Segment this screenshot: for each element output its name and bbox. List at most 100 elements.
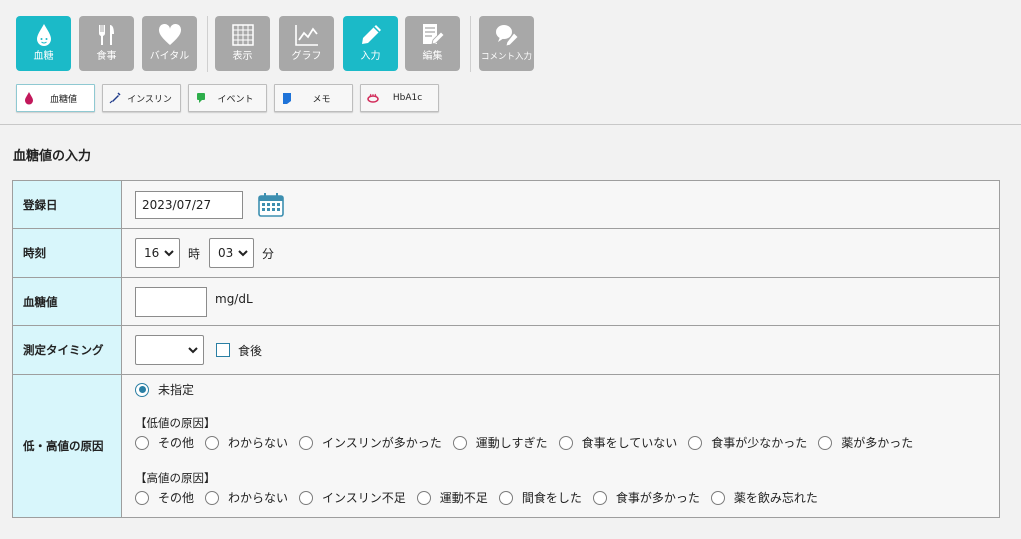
toolbar-divider	[207, 16, 208, 72]
low-cause-option[interactable]: 食事が少なかった	[688, 434, 807, 451]
section-divider	[0, 124, 1021, 125]
meal-button-label: 食事	[96, 51, 117, 62]
radio-button[interactable]	[299, 490, 314, 505]
glucose-entry-form: 登録日 2023/07/27 時刻 16 時 03 分 血糖値 mg/dL 測定タイミ…	[12, 180, 1000, 518]
option-label: インスリンが多かった	[322, 436, 442, 450]
drop-icon	[36, 24, 51, 46]
utensils-icon	[98, 25, 114, 45]
date-cell: 2023/07/27	[121, 180, 1000, 229]
tab-hba1c-label: HbA1c	[392, 93, 423, 103]
hba1c-icon	[367, 93, 379, 103]
comment-input-button[interactable]: コメント入力	[479, 16, 534, 71]
glucose-cell: mg/dL	[121, 277, 1000, 326]
radio-button[interactable]	[818, 435, 833, 450]
input-button[interactable]: 入力	[343, 16, 398, 71]
toolbar-divider	[470, 16, 471, 72]
glucose-value-input[interactable]	[135, 286, 207, 317]
high-cause-option[interactable]: その他	[135, 489, 194, 506]
radio-button[interactable]	[205, 435, 220, 450]
radio-button[interactable]	[135, 490, 149, 505]
comment-icon	[495, 25, 519, 47]
radio-button[interactable]	[299, 435, 314, 450]
option-label: 食事をしていない	[581, 436, 678, 450]
display-button-label: 表示	[232, 51, 253, 62]
form-row-cause: 低・高値の原因 未指定 【低値の原因】 その他 わからない インスリンが多かった…	[12, 374, 1000, 518]
minute-value: 03	[218, 246, 234, 260]
unspecified-option[interactable]: 未指定	[135, 381, 999, 398]
radio-button[interactable]	[710, 490, 725, 505]
vital-button-label: バイタル	[149, 51, 190, 62]
glucose-unit: mg/dL	[215, 291, 253, 306]
radio-button[interactable]	[498, 490, 513, 505]
cause-label: 低・高値の原因	[12, 374, 122, 518]
tab-event[interactable]: イベント	[188, 84, 267, 112]
option-label: その他	[158, 436, 195, 450]
high-cause-options: その他 わからない インスリン不足 運動不足 間食をした 食事が多かった 薬を飲…	[135, 489, 999, 506]
tab-insulin[interactable]: インスリン	[102, 84, 181, 112]
high-cause-option[interactable]: わからない	[205, 489, 288, 506]
option-label: 薬を飲み忘れた	[733, 491, 818, 505]
glucose-button-label: 血糖	[33, 51, 54, 62]
radio-button[interactable]	[205, 490, 220, 505]
unspecified-label: 未指定	[158, 383, 195, 397]
low-cause-option[interactable]: 薬が多かった	[818, 434, 913, 451]
low-cause-option[interactable]: インスリンが多かった	[299, 434, 442, 451]
option-label: わからない	[228, 491, 289, 505]
graph-button-label: グラフ	[291, 51, 322, 62]
hour-unit: 時	[188, 246, 201, 261]
high-cause-option[interactable]: 運動不足	[416, 489, 488, 506]
form-row-time: 時刻 16 時 03 分	[12, 228, 1000, 278]
after-meal-checkbox[interactable]	[216, 343, 230, 357]
radio-button[interactable]	[416, 490, 431, 505]
tab-insulin-label: インスリン	[127, 94, 172, 105]
minute-select[interactable]: 03	[209, 238, 255, 268]
radio-button[interactable]	[558, 435, 573, 450]
comment-input-button-label: コメント入力	[480, 52, 532, 62]
radio-button[interactable]	[452, 435, 467, 450]
vital-button[interactable]: バイタル	[142, 16, 197, 71]
page-title: 血糖値の入力	[13, 149, 92, 164]
form-row-timing: 測定タイミング 食後	[12, 325, 1000, 375]
heart-icon	[158, 24, 181, 45]
high-cause-option[interactable]: 薬を飲み忘れた	[710, 489, 818, 506]
graph-button[interactable]: グラフ	[279, 16, 334, 71]
edit-button[interactable]: 編集	[405, 16, 460, 71]
form-row-date: 登録日 2023/07/27	[12, 180, 1000, 229]
low-cause-option[interactable]: わからない	[205, 434, 288, 451]
radio-button[interactable]	[688, 435, 703, 450]
date-field[interactable]: 2023/07/27	[135, 190, 243, 219]
low-cause-option[interactable]: 食事をしていない	[558, 434, 678, 451]
edit-button-label: 編集	[422, 51, 443, 62]
time-label: 時刻	[12, 228, 122, 278]
high-cause-option[interactable]: インスリン不足	[299, 489, 406, 506]
option-label: 薬が多かった	[841, 436, 914, 450]
high-cause-option[interactable]: 間食をした	[498, 489, 582, 506]
blood-drop-icon	[25, 91, 33, 104]
calendar-icon[interactable]	[257, 192, 285, 218]
option-label: 運動不足	[439, 491, 488, 505]
display-button[interactable]: 表示	[215, 16, 270, 71]
radio-button[interactable]	[135, 382, 149, 397]
timing-select[interactable]	[135, 335, 204, 365]
radio-button[interactable]	[135, 435, 149, 450]
tab-hba1c[interactable]: HbA1c	[360, 84, 439, 112]
low-cause-option[interactable]: 運動しすぎた	[452, 434, 548, 451]
hour-select[interactable]: 16	[135, 238, 180, 268]
low-cause-option[interactable]: その他	[135, 434, 194, 451]
syringe-icon	[109, 92, 121, 104]
option-label: その他	[158, 491, 195, 505]
radio-button[interactable]	[592, 490, 607, 505]
low-cause-options: その他 わからない インスリンが多かった 運動しすぎた 食事をしていない 食事が…	[135, 434, 999, 451]
meal-button[interactable]: 食事	[79, 16, 134, 71]
glucose-button[interactable]: 血糖	[16, 16, 71, 71]
date-label: 登録日	[12, 180, 122, 229]
high-cause-option[interactable]: 食事が多かった	[592, 489, 700, 506]
tab-glucose[interactable]: 血糖値	[16, 84, 95, 112]
glucose-label: 血糖値	[12, 277, 122, 326]
high-cause-title: 【高値の原因】	[135, 471, 216, 485]
form-row-glucose: 血糖値 mg/dL	[12, 277, 1000, 326]
memo-icon	[283, 92, 291, 104]
edit-doc-icon	[422, 24, 445, 45]
tab-memo[interactable]: メモ	[274, 84, 353, 112]
tab-glucose-label: 血糖値	[49, 94, 77, 105]
